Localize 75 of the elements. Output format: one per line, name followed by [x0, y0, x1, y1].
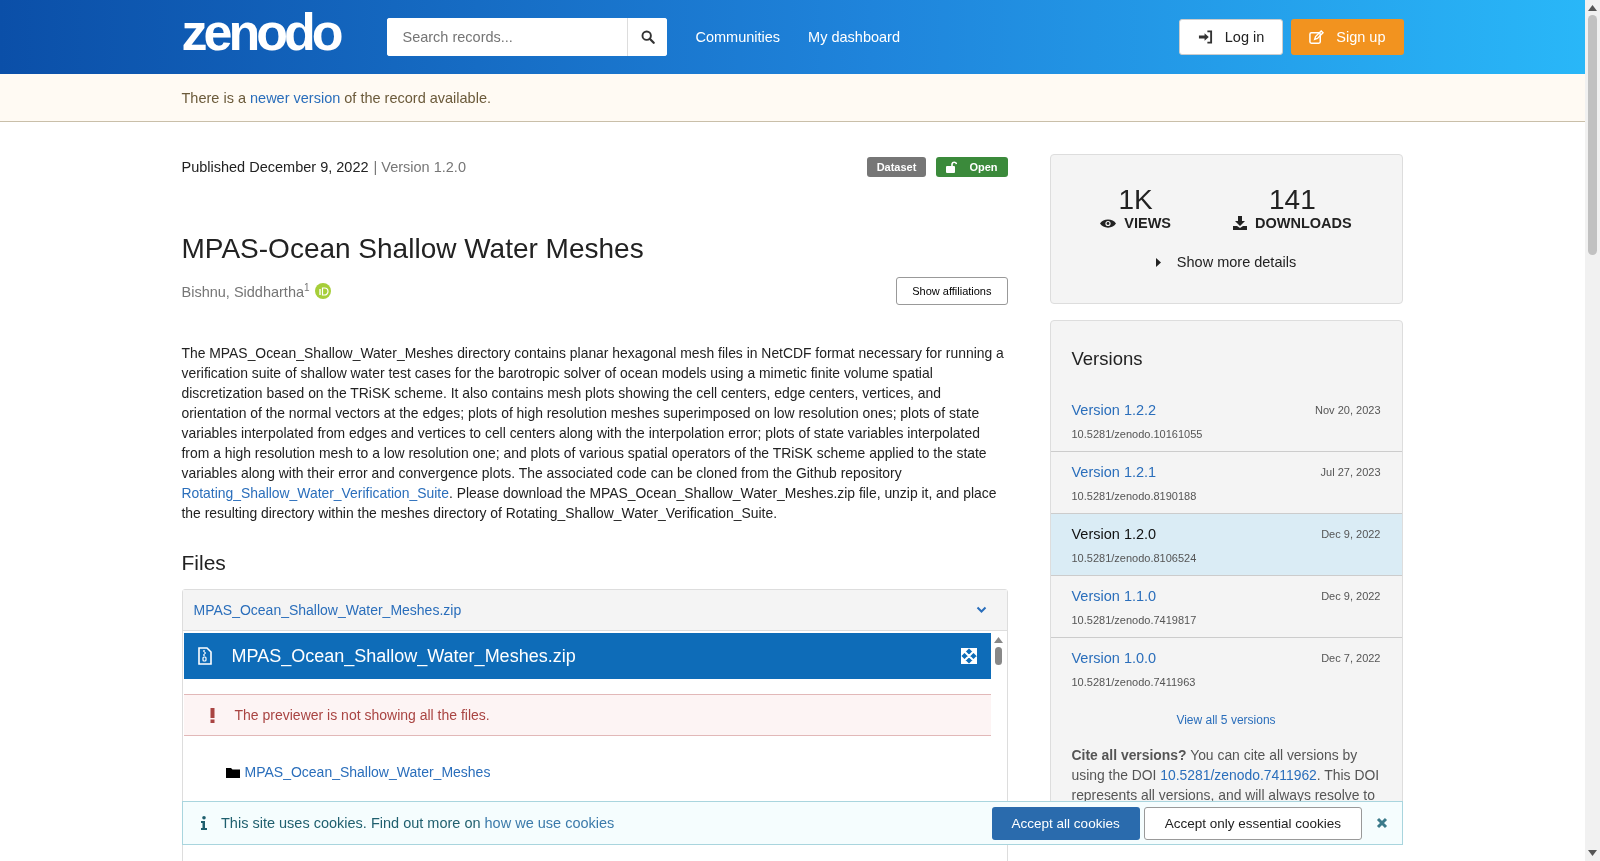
nav-link[interactable]: My dashboard: [808, 29, 900, 45]
version-item[interactable]: Version 1.2.2 Nov 20, 2023 10.5281/zenodo.10161055: [1050, 390, 1402, 452]
close-icon[interactable]: [1376, 817, 1388, 829]
version-label: | Version 1.2.0: [373, 159, 466, 175]
version-item[interactable]: Version 1.1.0 Dec 9, 2022 10.5281/zenodo.7419817: [1050, 576, 1402, 638]
caret-right-icon: [1155, 257, 1161, 267]
scroll-up-icon[interactable]: [994, 637, 1003, 643]
logo[interactable]: zenodo: [181, 3, 344, 63]
expand-icon[interactable]: [960, 648, 977, 664]
view-all-versions-link[interactable]: View all 5 versions: [1176, 713, 1276, 727]
version-doi: 10.5281/zenodo.7411963: [1071, 676, 1197, 688]
download-icon: [1233, 216, 1248, 230]
preview-file-name: MPAS_Ocean_Shallow_Water_Meshes.zip: [231, 645, 576, 667]
version-date: Dec 9, 2022: [1321, 528, 1381, 540]
accept-all-cookies-button[interactable]: Accept all cookies: [991, 806, 1140, 840]
cookie-policy-link[interactable]: how we use cookies: [484, 815, 615, 831]
search-field[interactable]: Search records...: [387, 18, 668, 56]
login-button[interactable]: Log in: [1178, 19, 1284, 55]
downloads-count: 141: [1269, 185, 1316, 215]
files-heading: Files: [181, 551, 227, 575]
version-date: Dec 7, 2022: [1321, 652, 1381, 664]
version-link[interactable]: Version 1.2.0: [1071, 526, 1157, 542]
version-doi: 10.5281/zenodo.8106524: [1071, 552, 1198, 564]
file-accordion-header[interactable]: MPAS_Ocean_Shallow_Water_Meshes.zip: [182, 590, 1007, 631]
file-name[interactable]: MPAS_Ocean_Shallow_Water_Meshes.zip: [193, 602, 462, 618]
version-link[interactable]: Version 1.0.0: [1071, 650, 1157, 666]
version-doi: 10.5281/zenodo.7419817: [1071, 614, 1198, 626]
unlock-icon: [946, 161, 958, 173]
downloads-label: DOWNLOADS: [1233, 215, 1352, 231]
author-name[interactable]: Bishnu, Siddhartha$^{1}$: [181, 282, 310, 300]
warning-text: The previewer is not showing all the files.: [234, 707, 490, 723]
concept-doi-link[interactable]: 10.5281/zenodo.7411962: [1160, 767, 1317, 783]
show-more-details-button[interactable]: Show more details: [1149, 253, 1303, 271]
search-icon: [641, 30, 655, 44]
versions-heading: Versions: [1071, 348, 1144, 370]
version-link[interactable]: Version 1.1.0: [1071, 588, 1157, 604]
scrollbar-thumb[interactable]: [1588, 15, 1597, 255]
newer-version-link[interactable]: newer version: [250, 89, 341, 106]
search-button[interactable]: [627, 18, 668, 56]
scroll-up-icon[interactable]: [1588, 5, 1597, 11]
type-badge: Dataset: [866, 157, 927, 177]
scrollbar[interactable]: [1585, 0, 1600, 861]
folder-link[interactable]: MPAS_Ocean_Shallow_Water_Meshes: [244, 764, 491, 780]
version-link[interactable]: Version 1.2.1: [1071, 464, 1157, 480]
show-affiliations-button[interactable]: Show affiliations: [896, 277, 1008, 305]
repository-link[interactable]: Rotating_Shallow_Water_Verification_Suite: [181, 485, 449, 501]
version-doi: 10.5281/zenodo.8190188: [1071, 490, 1198, 502]
cite-all-versions-text: Cite all versions? You can cite all versions by using the DOI 10.5281/zenodo.7411962. This DOI represents all versions, and will always resolve to: [1071, 746, 1381, 805]
folder-icon: [225, 766, 240, 778]
chevron-down-icon: [975, 606, 987, 614]
scrollbar-thumb[interactable]: [995, 647, 1002, 665]
version-doi: 10.5281/zenodo.10161055: [1071, 428, 1204, 440]
published-date: Published December 9, 2022: [181, 159, 369, 175]
exclamation-icon: [209, 707, 215, 723]
nav-link[interactable]: Communities: [695, 29, 781, 45]
eye-icon: [1100, 217, 1117, 229]
version-date: Nov 20, 2023: [1315, 404, 1381, 416]
views-label: VIEWS: [1100, 215, 1172, 231]
access-badge: Open: [936, 157, 1008, 177]
version-date: Jul 27, 2023: [1320, 466, 1381, 478]
zip-file-icon: [197, 647, 212, 665]
views-count: 1K: [1118, 185, 1153, 215]
record-title: MPAS-Ocean Shallow Water Meshes: [181, 233, 645, 265]
accept-essential-cookies-button[interactable]: Accept only essential cookies: [1143, 806, 1362, 840]
description-text: The MPAS_Ocean_Shallow_Water_Meshes directory contains planar hexagonal mesh files in NetCDF format necessary for running a verification suite of shallow water test cases for the barotropic solver of ocean models using a mimetic finite volume spatial discretization based on the TRiSK scheme. It also contains mesh plots showing the cell centers, edge centers, vertices, and orientation of the normal vectors at the edges; plots of high resolution meshes superimposed on low resolution ones; plots of state variables interpolated from edges and vertices to cell centers along with the interpolation error; plots of state variables interpolated from a high resolution mesh to a low resolution one; and plots of various spatial operators of the TRiSK scheme applied to the state variables along with their error and convergence plots. The associated code can be cloned from the Github repository Rotating_Shallow_Water_Verification_Suite. Please download the MPAS_Ocean_Shallow_Water_Meshes.zip file, unzip it, and place the resulting directory within the meshes directory of Rotating_Shallow_Water_Verification_Suite.: [181, 344, 1005, 523]
info-icon: [201, 816, 207, 830]
version-link[interactable]: Version 1.2.2: [1071, 402, 1157, 418]
scroll-down-icon[interactable]: [1588, 850, 1597, 856]
cookie-text: This site uses cookies. Find out more on how we use cookies: [221, 815, 615, 831]
sign-in-icon: [1197, 30, 1213, 44]
version-date: Dec 9, 2022: [1321, 590, 1381, 602]
version-item[interactable]: Version 1.0.0 Dec 7, 2022 10.5281/zenodo.7411963: [1050, 638, 1402, 699]
version-item[interactable]: Version 1.2.0 Dec 9, 2022 10.5281/zenodo.8106524: [1050, 514, 1402, 576]
notice-text: There is a newer version of the record available.: [181, 89, 491, 106]
edit-icon: [1309, 29, 1325, 45]
